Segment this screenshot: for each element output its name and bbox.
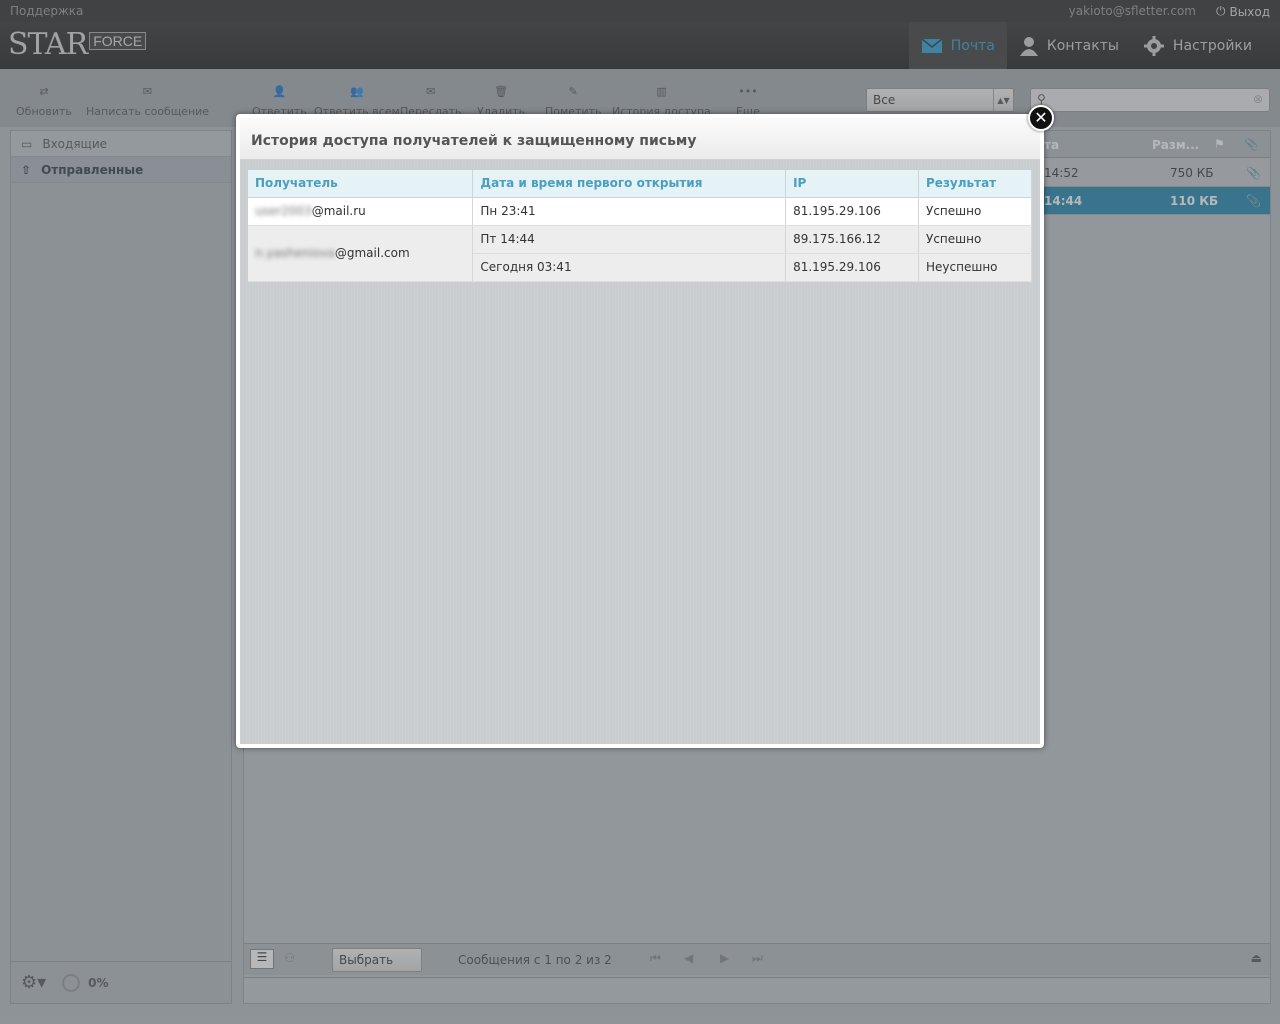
recipient-domain: @gmail.com: [334, 246, 410, 260]
recipient-domain: @mail.ru: [311, 204, 366, 218]
table-header-row: Получатель Дата и время первого открытия…: [248, 170, 1032, 198]
access-history-table: Получатель Дата и время первого открытия…: [248, 170, 1032, 282]
close-dialog-button[interactable]: ✕: [1028, 105, 1054, 131]
ip-cell: 89.175.166.12: [785, 225, 920, 254]
recipient-cell: n.yasheniova@gmail.com: [248, 225, 474, 282]
column-ip: IP: [785, 170, 920, 198]
table-row: user2003@mail.ru Пн 23:41 81.195.29.106 …: [248, 197, 1032, 226]
access-history-dialog: История доступа получателей к защищенном…: [236, 114, 1044, 748]
close-icon: ✕: [1034, 108, 1048, 127]
recipient-name-hidden: user2003: [255, 204, 312, 218]
datetime-cell: Пн 23:41: [472, 197, 787, 226]
table-row: n.yasheniova@gmail.com Пт 14:44 89.175.1…: [248, 225, 1032, 282]
result-cell: Успешно: [918, 197, 1032, 226]
dialog-body: История доступа получателей к защищенном…: [240, 118, 1040, 744]
datetime-cell: Сегодня 03:41: [472, 253, 787, 282]
ip-cell: 81.195.29.106: [785, 253, 920, 282]
column-result: Результат: [918, 170, 1032, 198]
recipient-name-hidden: n.yasheniova: [255, 246, 335, 260]
dialog-title: История доступа получателей к защищенном…: [240, 118, 1040, 160]
result-cell: Успешно: [918, 225, 1032, 254]
datetime-cell: Пт 14:44: [472, 225, 787, 254]
column-recipient: Получатель: [248, 170, 474, 198]
result-cell: Неуспешно: [918, 253, 1032, 282]
recipient-cell: user2003@mail.ru: [248, 197, 474, 226]
ip-cell: 81.195.29.106: [785, 197, 920, 226]
column-datetime: Дата и время первого открытия: [472, 170, 787, 198]
